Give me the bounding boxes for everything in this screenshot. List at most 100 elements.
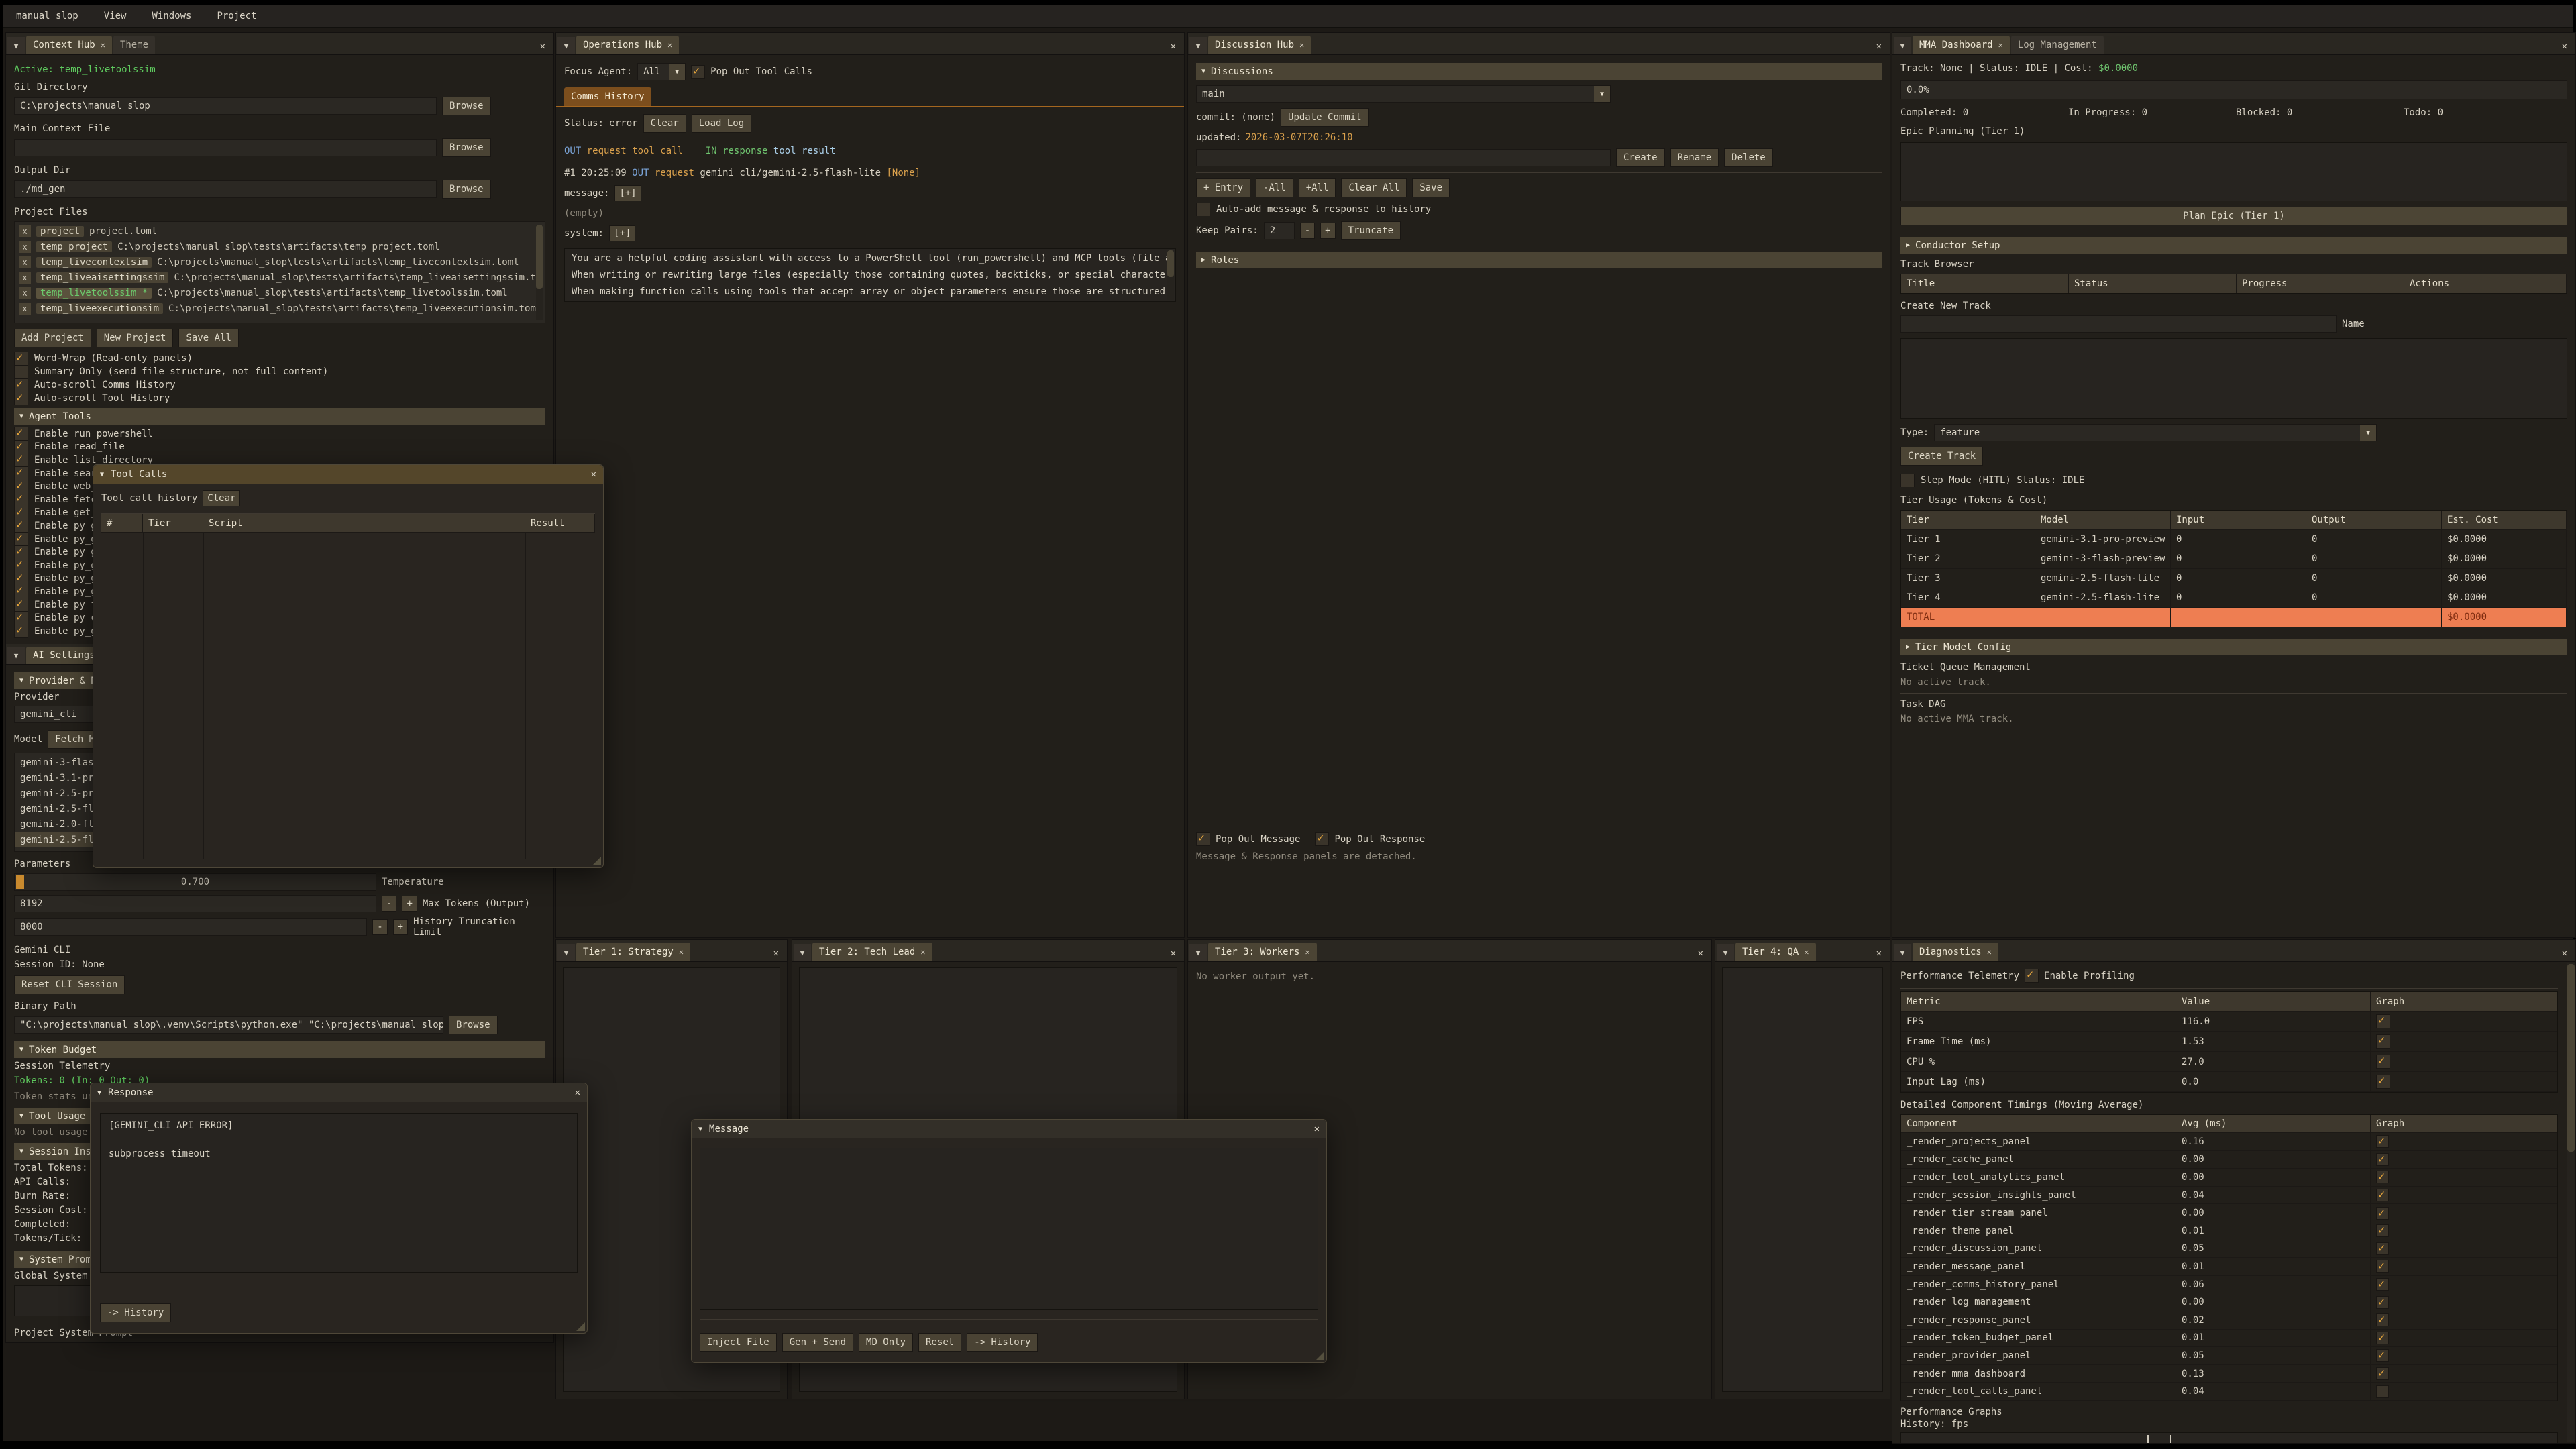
tab-discussion-hub[interactable]: Discussion Hub✕ bbox=[1208, 36, 1311, 54]
close-icon[interactable]: ✕ bbox=[1987, 947, 1992, 957]
close-icon[interactable]: ✕ bbox=[1299, 40, 1304, 50]
dock-collapse-icon[interactable]: ▼ bbox=[557, 944, 575, 961]
tab-mma-dashboard[interactable]: MMA Dashboard✕ bbox=[1913, 36, 2010, 54]
tool-checkbox[interactable] bbox=[14, 585, 28, 598]
minus-button[interactable]: - bbox=[1300, 223, 1315, 239]
conductor-setup-header[interactable]: ▶Conductor Setup bbox=[1900, 237, 2567, 254]
message-action-button[interactable]: -> History bbox=[967, 1333, 1038, 1352]
entry-action-button[interactable]: +All bbox=[1299, 178, 1336, 197]
update-commit-button[interactable]: Update Commit bbox=[1281, 108, 1369, 127]
type-combo[interactable]: feature▼ bbox=[1934, 424, 2377, 441]
project-file-row[interactable]: x temp_liveaisettingssim C:\projects\man… bbox=[19, 270, 541, 285]
entry-action-button[interactable]: Save bbox=[1412, 178, 1450, 197]
close-icon[interactable]: ✕ bbox=[101, 40, 105, 50]
option-checkbox[interactable] bbox=[14, 365, 28, 378]
tab-diagnostics[interactable]: Diagnostics✕ bbox=[1913, 943, 1998, 961]
project-action-button[interactable]: Add Project bbox=[14, 329, 91, 347]
dock-collapse-icon[interactable]: ▼ bbox=[7, 37, 25, 54]
output-browse-button[interactable]: Browse bbox=[442, 180, 491, 199]
dock-close-icon[interactable]: ✕ bbox=[532, 41, 553, 52]
graph-checkbox[interactable] bbox=[2376, 1313, 2389, 1326]
message-action-button[interactable]: MD Only bbox=[859, 1333, 913, 1352]
remove-file-button[interactable]: x bbox=[19, 287, 31, 299]
tab-tier1-strategy[interactable]: Tier 1: Strategy✕ bbox=[576, 943, 690, 961]
project-action-button[interactable]: New Project bbox=[97, 329, 174, 347]
track-name-input[interactable] bbox=[1900, 315, 2337, 333]
dock-close-icon[interactable]: ✕ bbox=[765, 948, 787, 959]
collapse-icon[interactable]: ▼ bbox=[97, 1089, 101, 1097]
message-action-button[interactable]: Gen + Send bbox=[782, 1333, 853, 1352]
message-titlebar[interactable]: ▼ Message ✕ bbox=[692, 1120, 1326, 1138]
binary-path-input[interactable]: "C:\projects\manual_slop\.venv\Scripts\p… bbox=[14, 1016, 443, 1034]
resize-grip[interactable] bbox=[576, 1322, 585, 1331]
token-budget-header[interactable]: ▼Token Budget bbox=[14, 1041, 545, 1058]
close-icon[interactable]: ✕ bbox=[1314, 1124, 1320, 1134]
tier-model-config-header[interactable]: ▶Tier Model Config bbox=[1900, 639, 2567, 655]
git-directory-input[interactable]: C:\projects\manual_slop bbox=[14, 97, 437, 115]
tool-checkbox[interactable] bbox=[14, 559, 28, 572]
resize-grip[interactable] bbox=[592, 857, 601, 865]
clear-history-button[interactable]: Clear bbox=[203, 490, 240, 506]
tab-comms-history[interactable]: Comms History bbox=[564, 87, 651, 106]
plus-button[interactable]: + bbox=[402, 896, 417, 912]
git-browse-button[interactable]: Browse bbox=[442, 97, 491, 115]
graph-checkbox[interactable] bbox=[2376, 1055, 2390, 1069]
message-action-button[interactable]: Inject File bbox=[700, 1333, 777, 1352]
dock-collapse-icon[interactable]: ▼ bbox=[794, 944, 811, 961]
entry-action-button[interactable]: Clear All bbox=[1341, 178, 1407, 197]
graph-checkbox[interactable] bbox=[2376, 1332, 2389, 1344]
response-history-button[interactable]: -> History bbox=[100, 1303, 171, 1322]
discussions-header[interactable]: ▼Discussions bbox=[1196, 63, 1882, 80]
expand-message-button[interactable]: [+] bbox=[614, 185, 641, 201]
delete-button[interactable]: Delete bbox=[1724, 148, 1773, 167]
close-icon[interactable]: ✕ bbox=[679, 947, 684, 957]
tier4-output[interactable] bbox=[1722, 967, 1883, 1392]
tool-checkbox[interactable] bbox=[14, 480, 28, 493]
truncate-button[interactable]: Truncate bbox=[1341, 221, 1401, 240]
graph-checkbox[interactable] bbox=[2376, 1367, 2389, 1380]
create-button[interactable]: Create bbox=[1616, 148, 1665, 167]
option-checkbox[interactable] bbox=[14, 378, 28, 392]
expand-system-button[interactable]: [+] bbox=[609, 225, 635, 241]
dock-collapse-icon[interactable]: ▼ bbox=[1894, 37, 1911, 54]
popout-message-checkbox[interactable] bbox=[1196, 832, 1210, 846]
tab-context-hub[interactable]: Context Hub✕ bbox=[26, 36, 112, 54]
collapse-icon[interactable]: ▼ bbox=[698, 1126, 702, 1133]
tool-checkbox[interactable] bbox=[14, 453, 28, 467]
output-dir-input[interactable]: ./md_gen bbox=[14, 180, 437, 198]
discussion-combo[interactable]: main▼ bbox=[1196, 85, 1611, 103]
dock-close-icon[interactable]: ✕ bbox=[1868, 948, 1890, 959]
graph-checkbox[interactable] bbox=[2376, 1207, 2389, 1220]
tab-operations-hub[interactable]: Operations Hub✕ bbox=[576, 36, 679, 54]
tool-checkbox[interactable] bbox=[14, 493, 28, 506]
close-icon[interactable]: ✕ bbox=[920, 947, 925, 957]
plus-button[interactable]: + bbox=[1320, 223, 1335, 239]
project-file-row[interactable]: x temp_project C:\projects\manual_slop\t… bbox=[19, 239, 541, 254]
menu-item[interactable]: manual slop bbox=[16, 11, 78, 21]
graph-checkbox[interactable] bbox=[2376, 1224, 2389, 1237]
project-file-row[interactable]: x project project.toml bbox=[19, 223, 541, 239]
plan-epic-button[interactable]: Plan Epic (Tier 1) bbox=[1900, 207, 2567, 225]
graph-checkbox[interactable] bbox=[2376, 1385, 2389, 1398]
option-checkbox[interactable] bbox=[14, 352, 28, 365]
response-text-area[interactable]: [GEMINI_CLI API ERROR] subprocess timeou… bbox=[100, 1113, 578, 1273]
graph-checkbox[interactable] bbox=[2376, 1296, 2389, 1309]
diagnostics-scrollbar[interactable] bbox=[2567, 964, 2575, 1152]
log-entry[interactable]: #1 20:25:09 OUT request gemini_cli/gemin… bbox=[564, 168, 1176, 178]
tab-theme[interactable]: Theme bbox=[113, 36, 155, 54]
remove-file-button[interactable]: x bbox=[19, 225, 31, 237]
graph-checkbox[interactable] bbox=[2376, 1349, 2389, 1362]
tool-checkbox[interactable] bbox=[14, 611, 28, 625]
dock-close-icon[interactable]: ✕ bbox=[2554, 948, 2575, 959]
graph-checkbox[interactable] bbox=[2376, 1034, 2390, 1049]
binary-browse-button[interactable]: Browse bbox=[449, 1016, 498, 1034]
project-files-list[interactable]: x project project.toml x temp_project C:… bbox=[14, 221, 545, 323]
tool-checkbox[interactable] bbox=[14, 441, 28, 454]
dock-collapse-icon[interactable]: ▼ bbox=[7, 647, 25, 664]
dock-close-icon[interactable]: ✕ bbox=[1868, 41, 1890, 52]
rename-button[interactable]: Rename bbox=[1670, 148, 1719, 167]
keep-pairs-input[interactable]: 2 bbox=[1264, 222, 1295, 239]
tool-checkbox[interactable] bbox=[14, 533, 28, 546]
mcf-browse-button[interactable]: Browse bbox=[442, 138, 491, 157]
minus-button[interactable]: - bbox=[372, 919, 387, 935]
